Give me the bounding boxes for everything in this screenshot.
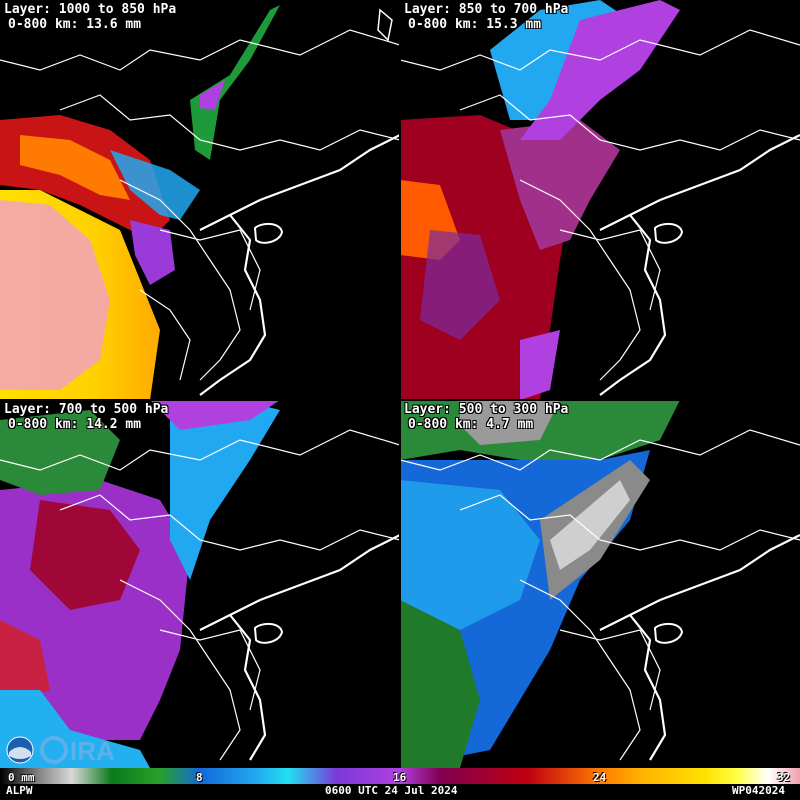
panel-map [400, 400, 800, 768]
panel-total-label: 0-800 km: 14.2 mm [8, 417, 142, 432]
panel-divider-vertical [399, 0, 401, 768]
panel-map [0, 400, 400, 768]
panel-850-700: Layer: 850 to 700 hPa 0-800 km: 15.3 mm [400, 0, 800, 400]
coastline-vietnam [199, 214, 267, 396]
colorbar-tick: 32 [777, 771, 791, 784]
panel-divider-horizontal [0, 399, 800, 401]
panel-map [0, 5, 400, 400]
panel-total-label: 0-800 km: 4.7 mm [408, 417, 534, 432]
panel-layer-label: Layer: 500 to 300 hPa [404, 402, 569, 417]
hainan-island [653, 222, 684, 244]
panel-layer-label: Layer: 700 to 500 hPa [4, 402, 169, 417]
panel-layer-label: Layer: 1000 to 850 hPa [4, 2, 177, 17]
hainan-island [253, 222, 284, 244]
panel-500-300: Layer: 500 to 300 hPa 0-800 km: 4.7 mm [400, 400, 800, 800]
moisture-field-streak [190, 5, 280, 160]
panel-map [400, 0, 800, 400]
svg-text:IRA: IRA [70, 736, 115, 766]
alpw-figure: Layer: 1000 to 850 hPa 0-800 km: 13.6 mm… [0, 0, 800, 800]
panel-total-label: 0-800 km: 13.6 mm [8, 17, 142, 32]
hainan-island [653, 622, 684, 644]
panel-1000-850: Layer: 1000 to 850 hPa 0-800 km: 13.6 mm [0, 0, 400, 400]
storm-id-label: WP042024 [732, 784, 785, 797]
product-label: ALPW [6, 784, 33, 797]
colorbar-tick: 16 [393, 771, 407, 784]
valid-time-label: 0600 UTC 24 Jul 2024 [325, 784, 458, 797]
panel-total-label: 0-800 km: 15.3 mm [408, 17, 542, 32]
colorbar-tick: 8 [196, 771, 203, 784]
panel-layer-label: Layer: 850 to 700 hPa [404, 2, 569, 17]
coastline-vietnam [629, 614, 667, 761]
colorbar-tick: 0 mm [8, 771, 35, 784]
coastline-vietnam [599, 214, 667, 396]
coastline-vietnam [229, 614, 267, 761]
noaa-cira-logo: IRA [6, 736, 115, 766]
colorbar-tick: 24 [593, 771, 607, 784]
hainan-island [253, 622, 284, 644]
taiwan-island [377, 8, 393, 42]
